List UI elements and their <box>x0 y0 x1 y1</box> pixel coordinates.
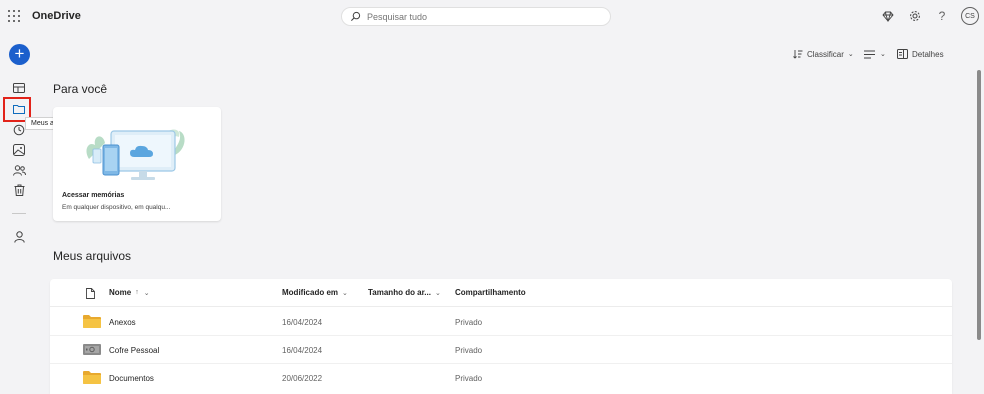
details-label: Detalhes <box>912 49 944 59</box>
scrollbar[interactable] <box>977 70 981 340</box>
chevron-down-icon: ⌄ <box>342 289 348 297</box>
card-title: Acessar memórias <box>62 192 125 199</box>
view-options-button[interactable]: ⌄ <box>864 47 886 61</box>
details-pane-icon <box>897 49 908 59</box>
search-input[interactable] <box>367 9 597 24</box>
file-sharing: Privado <box>455 346 483 355</box>
settings-gear-icon[interactable] <box>908 9 922 23</box>
top-bar: OneDrive ? CS <box>0 0 984 34</box>
file-modified: 16/04/2024 <box>282 346 323 355</box>
column-header-size[interactable]: Tamanho do ar... ⌄ <box>368 288 441 297</box>
avatar[interactable]: CS <box>961 7 979 25</box>
file-type-icon[interactable] <box>86 288 95 299</box>
files-table: Nome ↑ ⌄ Modificado em ⌄ Tamanho do ar..… <box>50 279 952 394</box>
file-modified: 20/06/2022 <box>282 374 323 383</box>
sort-icon <box>793 50 803 59</box>
chevron-down-icon: ⌄ <box>880 51 886 58</box>
recycle-bin-icon[interactable] <box>11 182 27 198</box>
table-row[interactable]: Anexos 16/04/2024 Privado <box>50 308 952 336</box>
help-icon[interactable]: ? <box>935 9 949 23</box>
for-you-title: Para você <box>53 82 108 96</box>
file-sharing: Privado <box>455 374 483 383</box>
chevron-down-icon: ⌄ <box>847 51 854 58</box>
column-header-modified[interactable]: Modificado em ⌄ <box>282 288 348 297</box>
memories-card[interactable]: Acessar memórias Em qualquer dispositivo… <box>53 107 221 221</box>
premium-diamond-icon[interactable] <box>881 9 895 23</box>
file-name[interactable]: Anexos <box>109 318 136 327</box>
card-subtitle: Em qualquer dispositivo, em qualqu... <box>62 204 171 211</box>
sort-arrow-icon: ↑ <box>135 289 139 296</box>
rail-divider <box>12 213 26 214</box>
left-rail: + Meus arquivos <box>0 34 83 394</box>
my-files-title: Meus arquivos <box>53 249 132 263</box>
app-launcher-icon[interactable] <box>8 10 20 22</box>
column-sharing-label: Compartilhamento <box>455 288 526 297</box>
chevron-down-icon: ⌄ <box>434 289 441 297</box>
home-icon[interactable] <box>11 80 27 96</box>
file-sharing: Privado <box>455 318 483 327</box>
sort-button[interactable]: Classificar ⌄ <box>793 47 854 61</box>
folder-icon <box>83 371 101 384</box>
file-name[interactable]: Cofre Pessoal <box>109 346 159 355</box>
details-button[interactable]: Detalhes <box>897 47 944 61</box>
search-box[interactable] <box>341 7 611 26</box>
sort-label: Classificar <box>807 49 844 59</box>
column-header-name[interactable]: Nome ↑ ⌄ <box>109 288 150 297</box>
chevron-down-icon: ⌄ <box>143 289 150 297</box>
people-icon[interactable] <box>11 229 27 245</box>
header-divider <box>50 306 952 307</box>
column-modified-label: Modificado em <box>282 288 339 297</box>
column-name-label: Nome <box>109 288 132 297</box>
list-view-icon <box>864 50 875 58</box>
table-row[interactable]: Cofre Pessoal 16/04/2024 Privado <box>50 336 952 364</box>
folder-icon <box>83 315 101 328</box>
app-name[interactable]: OneDrive <box>32 10 81 22</box>
file-name[interactable]: Documentos <box>109 374 154 383</box>
column-size-label: Tamanho do ar... <box>368 288 431 297</box>
vault-icon <box>83 344 101 355</box>
table-row[interactable]: Documentos 20/06/2022 Privado <box>50 364 952 392</box>
column-header-sharing[interactable]: Compartilhamento <box>455 288 526 297</box>
create-button[interactable]: + <box>9 44 30 65</box>
search-icon <box>350 11 361 22</box>
shared-icon[interactable] <box>11 162 27 178</box>
photos-icon[interactable] <box>11 142 27 158</box>
file-modified: 16/04/2024 <box>282 318 323 327</box>
memories-illustration-icon <box>86 129 185 180</box>
